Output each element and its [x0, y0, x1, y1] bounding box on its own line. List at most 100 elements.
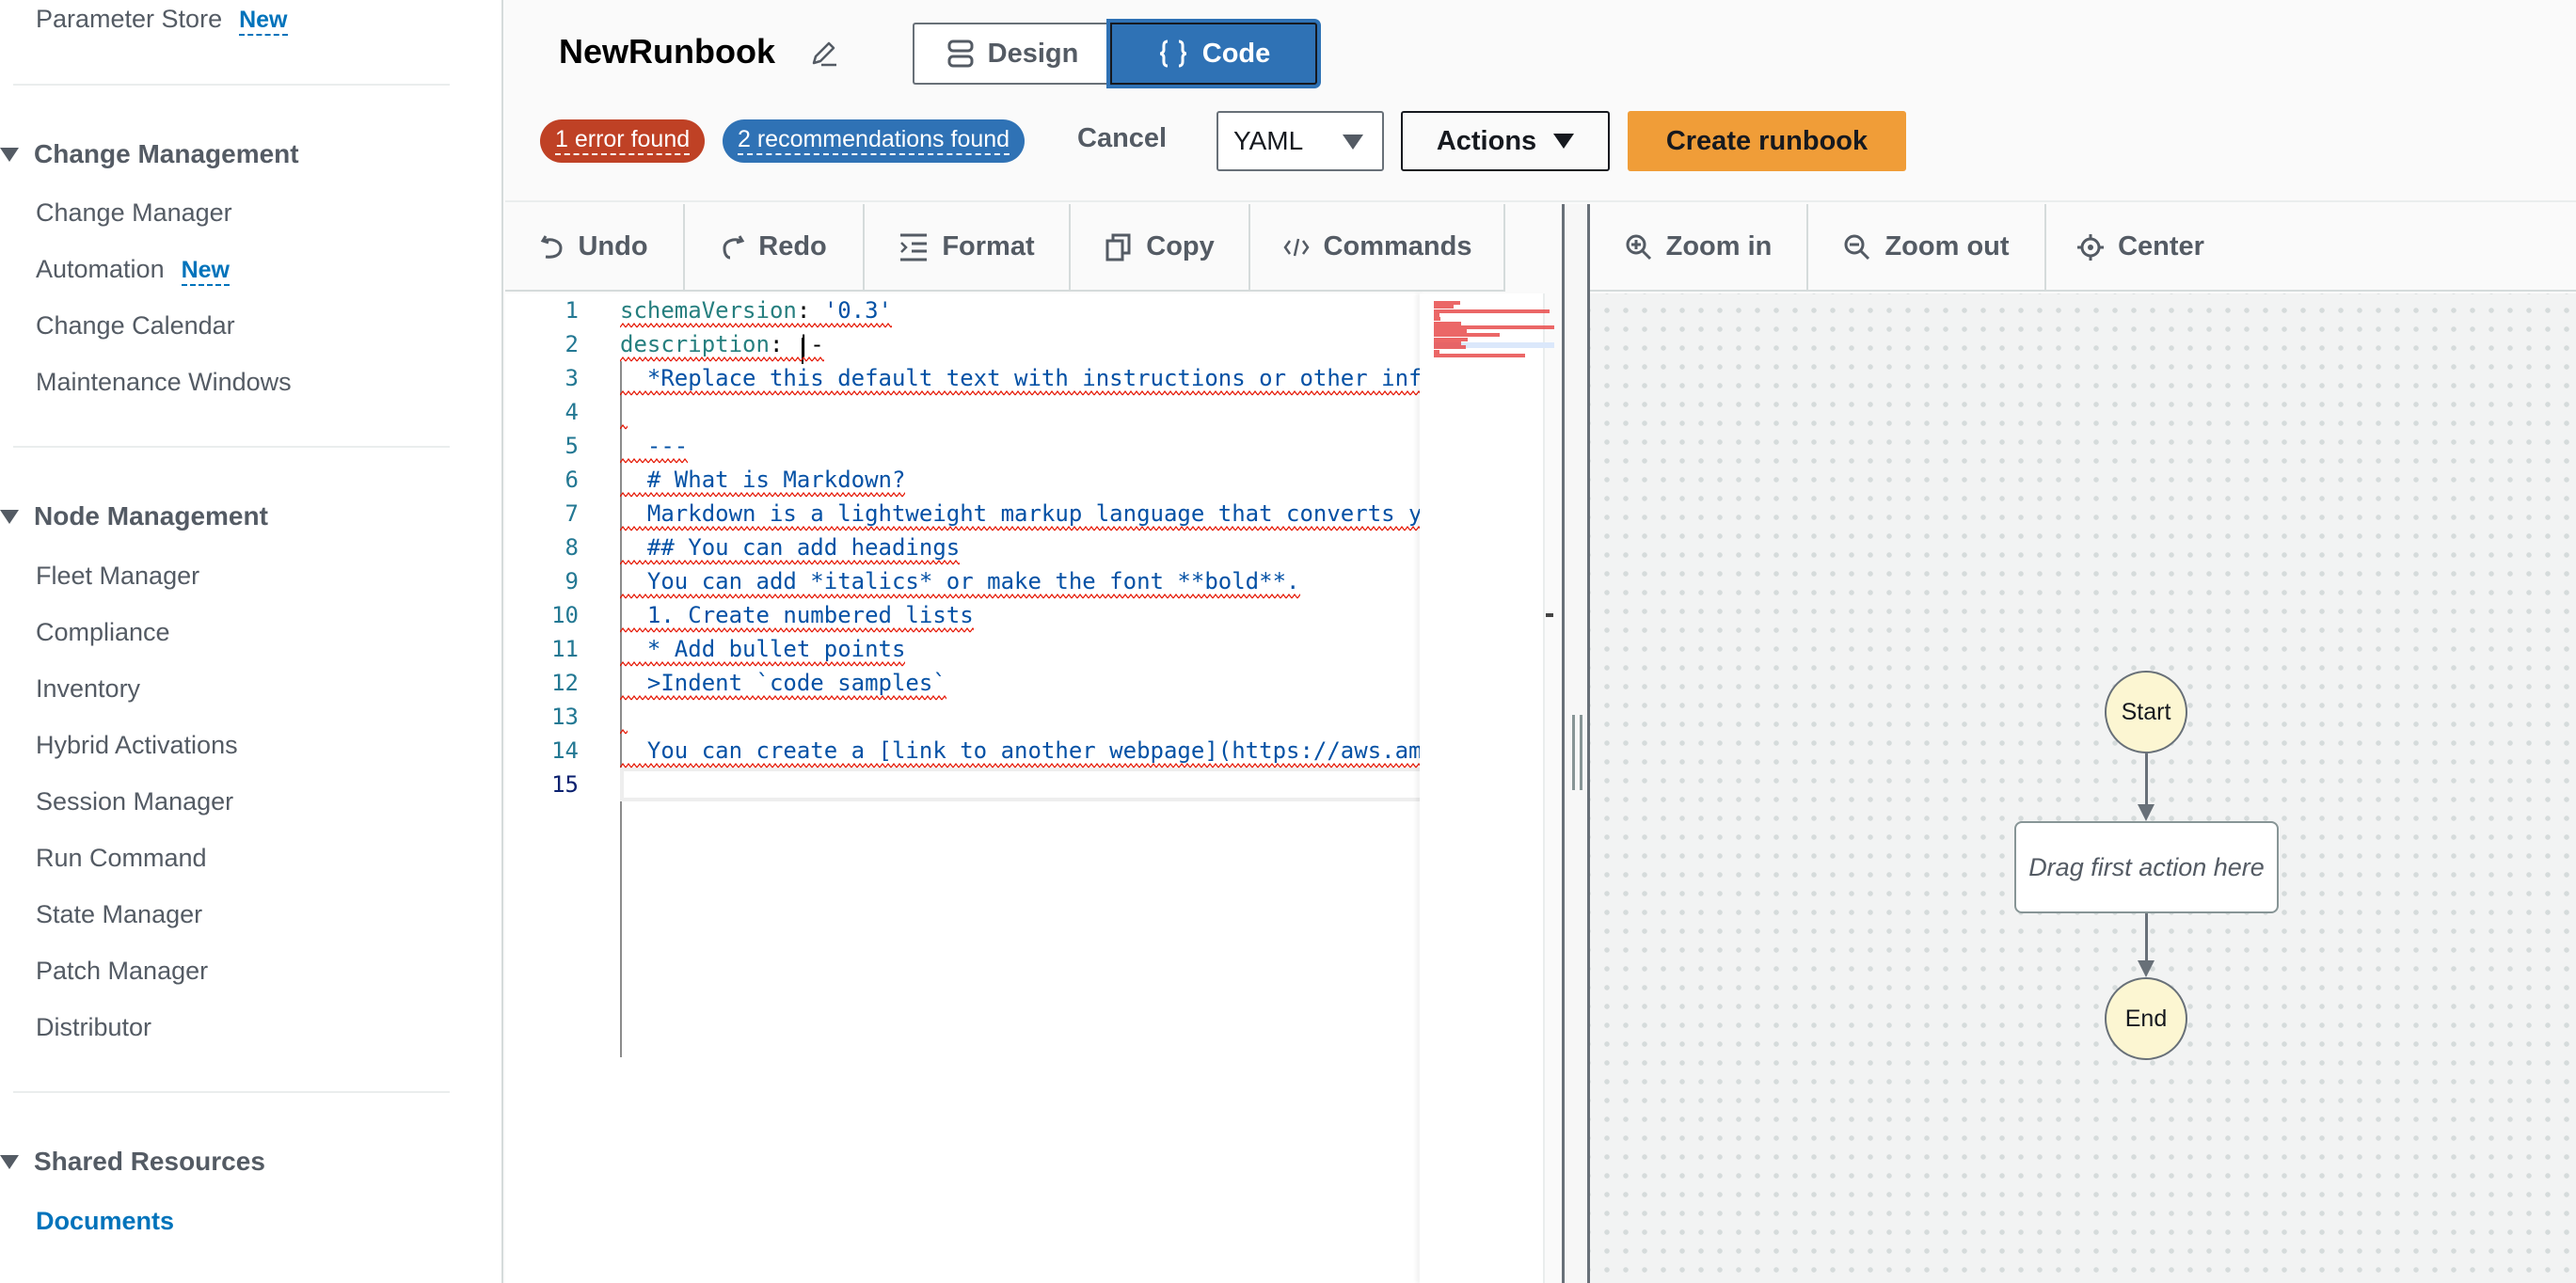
redo-icon	[723, 234, 745, 259]
line-number: 1	[564, 297, 579, 324]
sidebar-item-maintenance-windows[interactable]: Maintenance Windows	[36, 368, 292, 397]
design-mode-label: Design	[987, 38, 1079, 69]
start-node-label: Start	[2121, 698, 2171, 725]
actions-label: Actions	[1436, 125, 1537, 156]
format-select-value: YAML	[1233, 126, 1304, 155]
create-runbook-button[interactable]: Create runbook	[1628, 111, 1906, 171]
center-button[interactable]: Center	[2046, 204, 2234, 290]
new-badge[interactable]: New	[239, 7, 288, 36]
line-number: 4	[564, 399, 579, 425]
sidebar-item-change-calendar[interactable]: Change Calendar	[36, 311, 235, 341]
new-badge[interactable]: New	[181, 257, 230, 286]
sidebar-item-state-manager[interactable]: State Manager	[36, 900, 202, 929]
redo-label: Redo	[758, 231, 827, 261]
design-mode-button[interactable]: Design	[913, 23, 1110, 85]
sidebar-item-label: Hybrid Activations	[36, 731, 238, 759]
actions-dropdown-button[interactable]: Actions	[1401, 111, 1610, 171]
zoom-in-icon	[1626, 234, 1651, 260]
line-number: 15	[551, 771, 579, 798]
sidebar-item-hybrid-activations[interactable]: Hybrid Activations	[36, 731, 238, 760]
page-title: NewRunbook	[559, 32, 775, 71]
sidebar-item-distributor[interactable]: Distributor	[36, 1013, 151, 1042]
sidebar-item-automation[interactable]: Automation New	[36, 255, 230, 286]
format-label: Format	[942, 231, 1035, 261]
sidebar-item-inventory[interactable]: Inventory	[36, 674, 140, 704]
line-number: 9	[564, 568, 579, 594]
sidebar-item-compliance[interactable]: Compliance	[36, 618, 170, 647]
sidebar-item-fleet-manager[interactable]: Fleet Manager	[36, 562, 199, 591]
line-number: 2	[564, 331, 579, 357]
sidebar-section-change-management[interactable]: Change Management	[0, 139, 299, 169]
minimap[interactable]	[1423, 293, 1554, 1283]
braces-icon	[1159, 40, 1186, 68]
sidebar-item-session-manager[interactable]: Session Manager	[36, 787, 233, 816]
copy-label: Copy	[1146, 231, 1215, 261]
grip-line	[1580, 715, 1582, 790]
code-text: You can add *italics* or make the font *…	[620, 568, 1300, 594]
recommendations-found-badge[interactable]: 2 recommendations found	[723, 119, 1026, 163]
code-text: # What is Markdown?	[620, 467, 906, 493]
undo-button[interactable]: Undo	[505, 204, 685, 290]
sidebar-section-shared-resources[interactable]: Shared Resources	[0, 1147, 265, 1177]
sidebar-item-run-command[interactable]: Run Command	[36, 844, 207, 873]
sidebar-section-node-management[interactable]: Node Management	[0, 501, 268, 531]
sidebar-item-label: Inventory	[36, 674, 141, 703]
redo-button[interactable]: Redo	[685, 204, 865, 290]
design-canvas[interactable]: Start Drag first action here End	[1590, 293, 2576, 1283]
line-number: 5	[564, 433, 579, 459]
code-text-area[interactable]: schemaVersion: '0.3' description: |- *Rep…	[620, 293, 1422, 1283]
code-text: 1. Create numbered lists	[620, 602, 974, 628]
code-text: Markdown is a lightweight markup languag…	[646, 500, 1422, 527]
copy-button[interactable]: Copy	[1071, 204, 1250, 290]
yaml-key: description	[620, 331, 770, 357]
sidebar-divider	[13, 84, 450, 86]
format-button[interactable]: Format	[865, 204, 1071, 290]
commands-button[interactable]: Commands	[1250, 204, 1505, 290]
sidebar-item-patch-manager[interactable]: Patch Manager	[36, 957, 208, 986]
sidebar-item-label: Fleet Manager	[36, 562, 200, 590]
sidebar-item-change-manager[interactable]: Change Manager	[36, 198, 232, 228]
arrow-head-icon	[2138, 804, 2155, 821]
code-mode-button[interactable]: Code	[1110, 23, 1317, 85]
sidebar-item-label: Run Command	[36, 844, 207, 872]
format-select[interactable]: YAML	[1216, 111, 1384, 171]
caret-down-icon	[0, 509, 19, 524]
cancel-button[interactable]: Cancel	[1077, 123, 1167, 154]
code-editor[interactable]: 1 2 3 4 5 6 7 8 9 10 11 12 13 14 15 schemaVersion: '0.…	[505, 293, 1554, 1283]
sidebar-item-documents[interactable]: Documents	[36, 1207, 174, 1236]
error-squiggle	[620, 390, 1422, 396]
format-icon	[900, 233, 928, 261]
zoom-out-icon	[1844, 234, 1870, 260]
undo-label: Undo	[578, 231, 648, 261]
sidebar-item-label: Change Manager	[36, 198, 232, 227]
caret-down-icon	[1343, 135, 1363, 150]
caret-down-icon	[1553, 134, 1575, 149]
yaml-key: schemaVersion	[620, 297, 797, 324]
zoom-out-button[interactable]: Zoom out	[1808, 204, 2046, 290]
minimap-line	[1434, 309, 1550, 313]
sidebar-item-label: Parameter Store	[36, 5, 223, 33]
center-label: Center	[2118, 231, 2204, 261]
sidebar-divider	[13, 446, 450, 448]
line-number: 14	[551, 737, 579, 764]
error-squiggle	[620, 695, 946, 701]
line-number: 8	[564, 534, 579, 561]
sidebar-item-parameter-store[interactable]: Parameter Store New	[36, 5, 288, 36]
caret-down-icon	[0, 147, 19, 162]
pencil-icon[interactable]	[808, 38, 840, 70]
code-text: You can create a [link to another webpag…	[646, 737, 1422, 764]
code-mode-label: Code	[1201, 38, 1271, 69]
error-found-badge[interactable]: 1 error found	[540, 119, 706, 163]
code-text: >Indent `code samples`	[620, 670, 946, 696]
code-text: * Add bullet points	[620, 636, 906, 662]
pane-resize-handle[interactable]	[1562, 204, 1590, 1283]
zoom-in-button[interactable]: Zoom in	[1590, 204, 1808, 290]
canvas-toolbar: Zoom in Zoom out Center	[1590, 204, 2576, 292]
sidebar-item-label: Compliance	[36, 618, 170, 646]
undo-icon	[541, 234, 563, 259]
line-number: 13	[551, 704, 579, 730]
flow-edge	[2145, 913, 2148, 962]
sidebar-item-label: Documents	[36, 1207, 175, 1235]
yaml-separator: :	[769, 331, 797, 357]
action-drop-zone[interactable]: Drag first action here	[2014, 821, 2279, 913]
